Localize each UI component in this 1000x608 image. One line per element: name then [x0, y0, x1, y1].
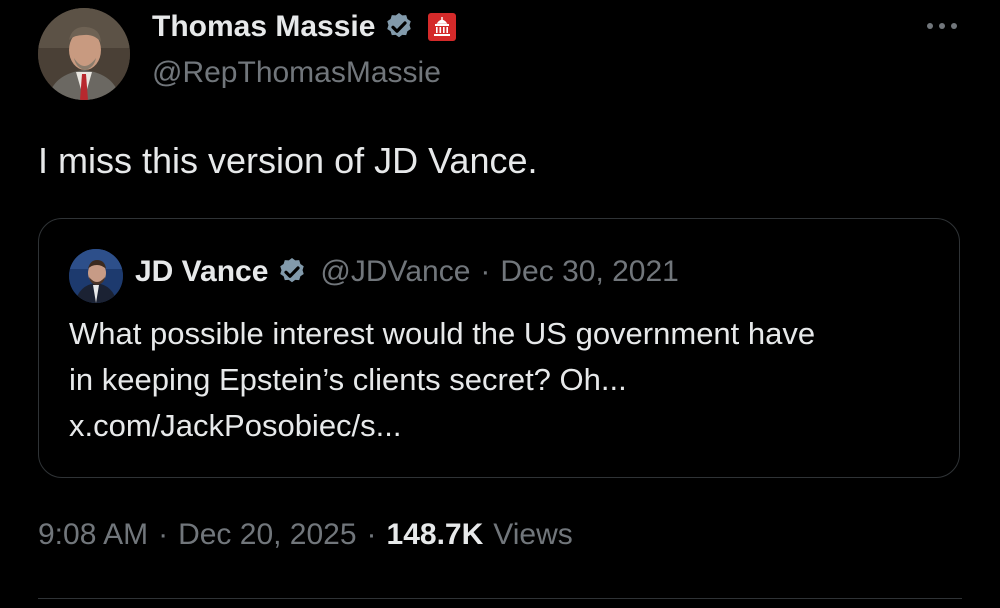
tweet-text: I miss this version of JD Vance.	[38, 140, 538, 181]
quoted-text-line: in keeping Epstein’s clients secret? Oh.…	[69, 362, 627, 397]
author-name[interactable]: Thomas Massie	[152, 10, 375, 44]
separator-dot: ·	[158, 518, 169, 551]
quoted-author-avatar[interactable]	[69, 249, 123, 303]
tweet-time[interactable]: 9:08 AM	[38, 518, 148, 552]
person-avatar-icon	[69, 249, 123, 303]
more-options-icon[interactable]	[922, 14, 962, 38]
quoted-author-name[interactable]: JD Vance	[135, 255, 268, 289]
quoted-tweet-text: What possible interest would the US gove…	[69, 311, 929, 449]
capitol-building-icon[interactable]	[427, 12, 457, 42]
divider	[38, 598, 962, 599]
views-count[interactable]: 148.7K	[387, 518, 484, 552]
quoted-author-handle[interactable]: @JDVance	[320, 255, 470, 289]
tweet-date[interactable]: Dec 20, 2025	[178, 518, 356, 552]
quoted-tweet-date[interactable]: Dec 30, 2021	[500, 255, 678, 289]
separator-dot: ·	[366, 518, 377, 551]
verified-badge-icon[interactable]	[276, 256, 308, 288]
separator-dot: ·	[480, 255, 491, 288]
quoted-tweet-card[interactable]: JD Vance @JDVance · Dec 30, 2021 What po…	[38, 218, 960, 478]
author-handle[interactable]: @RepThomasMassie	[152, 56, 441, 90]
quoted-link[interactable]: x.com/JackPosobiec/s...	[69, 403, 929, 449]
tweet-metadata: 9:08 AM · Dec 20, 2025 · 148.7K Views	[38, 518, 573, 552]
person-avatar-icon	[38, 8, 130, 100]
quoted-text-line: What possible interest would the US gove…	[69, 316, 816, 351]
author-avatar[interactable]	[38, 8, 130, 100]
views-label[interactable]: Views	[493, 518, 572, 552]
verified-badge-icon[interactable]	[383, 11, 415, 43]
